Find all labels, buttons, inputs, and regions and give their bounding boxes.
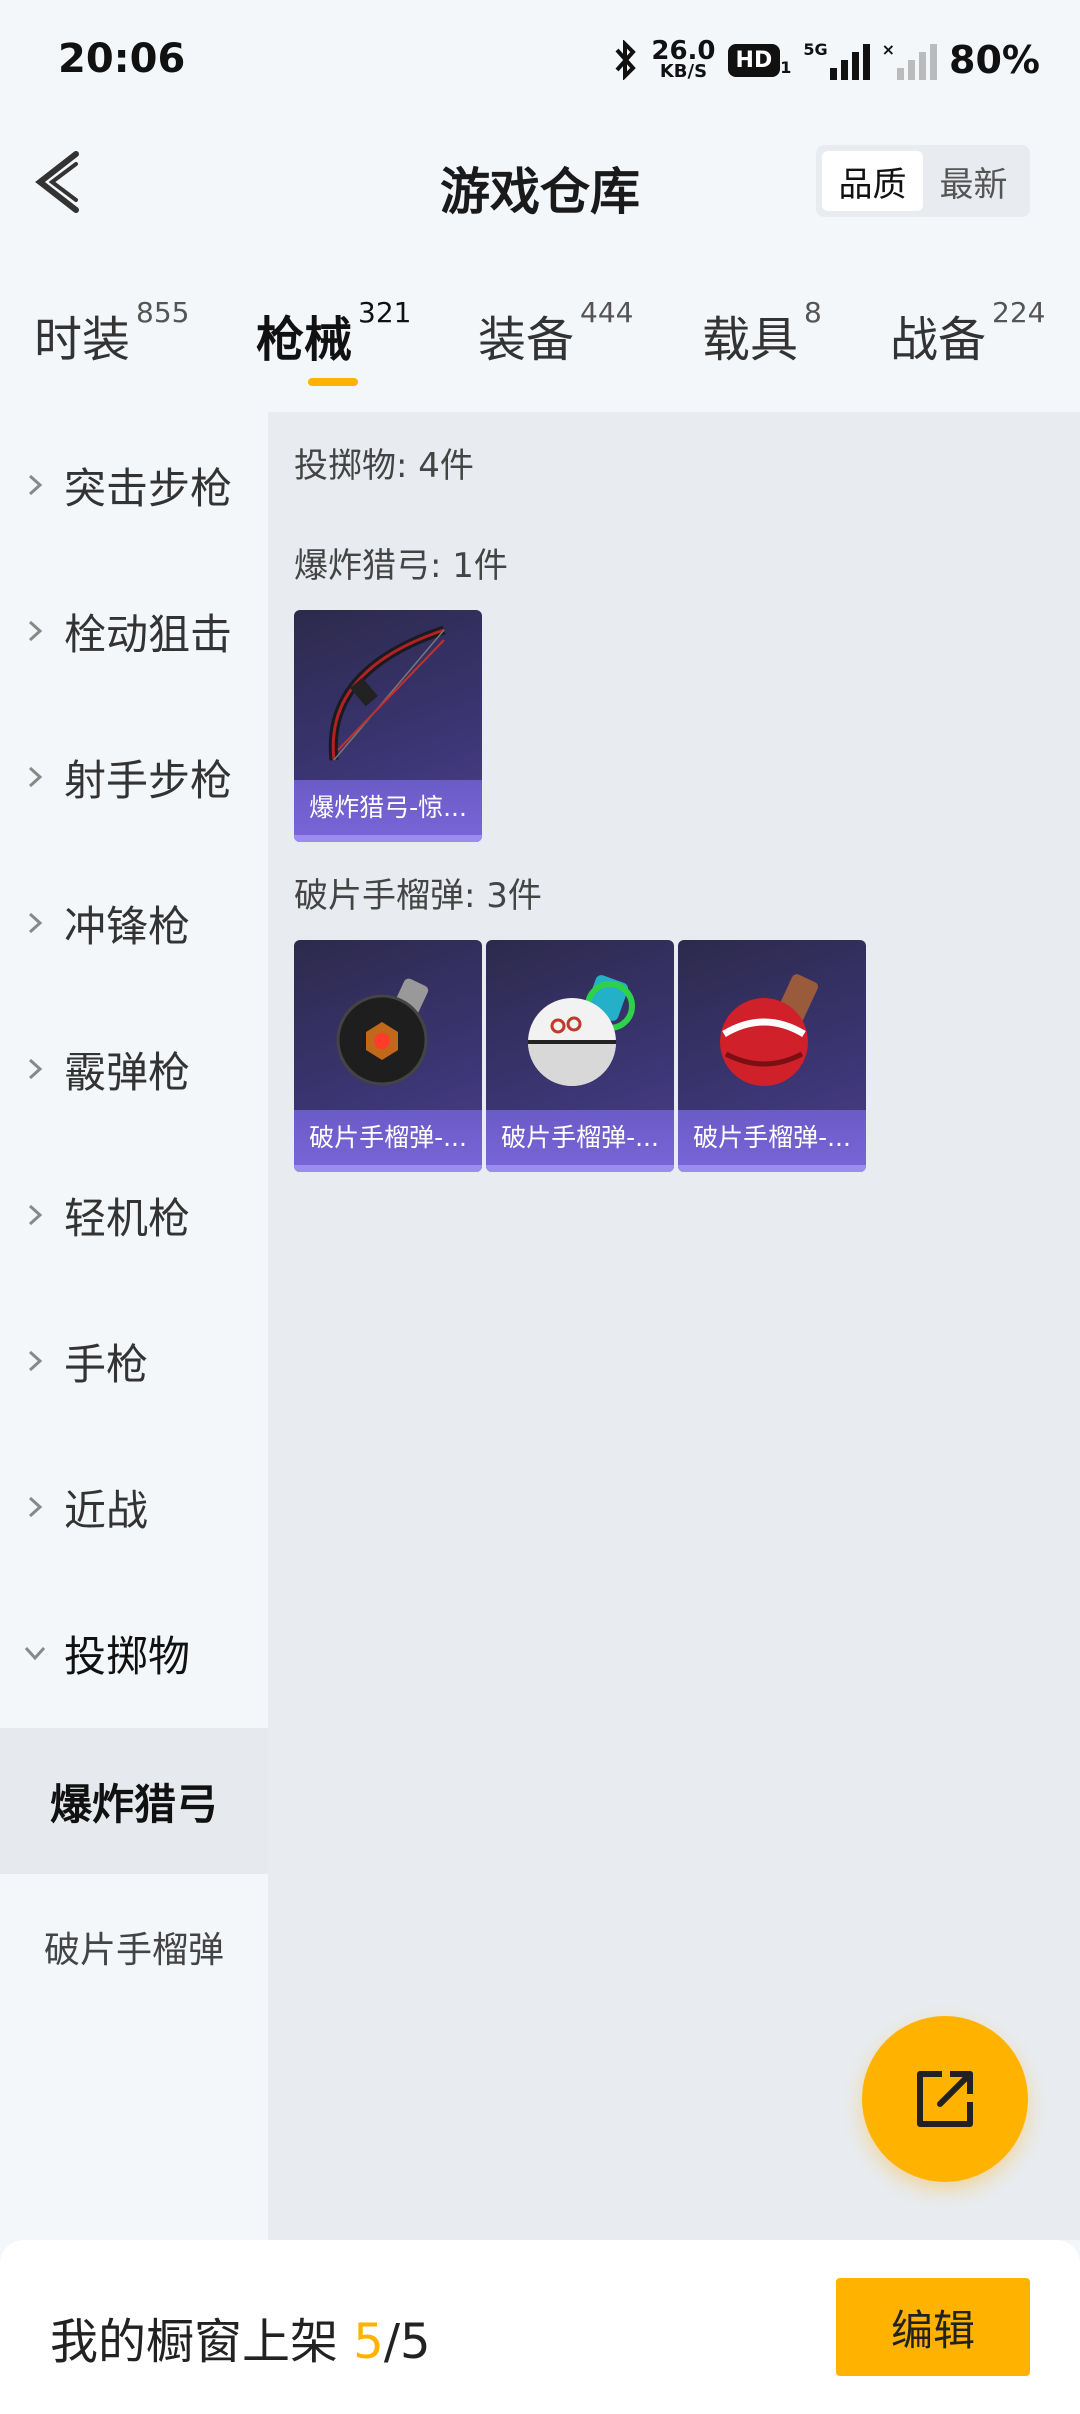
share-button[interactable]: [862, 2016, 1028, 2182]
sidebar-item-throwables[interactable]: 投掷物: [0, 1580, 268, 1726]
sidebar-item-lmg[interactable]: 轻机枪: [0, 1142, 268, 1288]
item-grid-panel: 投掷物: 4件 爆炸猎弓: 1件 爆炸猎弓-惊... 破片手榴弹: 3件 破片手…: [268, 412, 1080, 2240]
status-bar: 20:06 26.0 KB/S HD 1 5G × 80%: [58, 36, 1040, 82]
category-tabs: 时装 855 枪械 321 装备 444 载具 8 战备 224: [0, 296, 1080, 410]
chevron-right-icon: [28, 1350, 43, 1372]
sidebar-subitem-explosive-bow[interactable]: 爆炸猎弓: [0, 1728, 268, 1874]
item-card-bow[interactable]: 爆炸猎弓-惊...: [294, 610, 482, 842]
sort-toggle[interactable]: 品质 最新: [816, 145, 1030, 217]
item-name: 爆炸猎弓-惊...: [294, 780, 482, 842]
sidebar-subitem-frag-grenade[interactable]: 破片手榴弹: [0, 1874, 268, 2020]
sidebar-item-smg[interactable]: 冲锋枪: [0, 850, 268, 996]
tab-equipment[interactable]: 装备 444: [478, 296, 633, 370]
net-speed: 26.0 KB/S: [651, 36, 716, 82]
sidebar-item-shotgun[interactable]: 霰弹枪: [0, 996, 268, 1142]
showcase-count: 我的橱窗上架 5/5: [50, 2314, 431, 2370]
grenade-white-icon: [528, 975, 635, 1086]
group-title-grenade: 破片手榴弹: 3件: [294, 876, 542, 916]
battery-level: 80%: [949, 38, 1040, 82]
item-card-grenade-3[interactable]: 破片手榴弹-...: [678, 940, 866, 1172]
sort-option-newest[interactable]: 最新: [923, 151, 1024, 211]
chevron-right-icon: [28, 1496, 43, 1518]
chevron-right-icon: [28, 1204, 43, 1226]
active-tab-indicator: [308, 378, 358, 386]
item-card-grenade-2[interactable]: 破片手榴弹-...: [486, 940, 674, 1172]
bow-icon: [328, 625, 446, 761]
signal-5g-icon: 5G: [803, 40, 870, 80]
tab-fashion[interactable]: 时装 855: [34, 296, 189, 370]
edit-button[interactable]: 编辑: [836, 2278, 1030, 2376]
chevron-down-icon: [24, 1646, 46, 1661]
tab-supplies[interactable]: 战备 224: [890, 296, 1045, 370]
item-name: 破片手榴弹-...: [678, 1110, 866, 1172]
tab-vehicles[interactable]: 载具 8: [702, 296, 822, 370]
sort-option-quality[interactable]: 品质: [822, 151, 923, 211]
sidebar-item-bolt-sniper[interactable]: 栓动狙击: [0, 558, 268, 704]
item-card-grenade-1[interactable]: 破片手榴弹-...: [294, 940, 482, 1172]
bluetooth-icon: [615, 40, 637, 80]
sidebar-item-marksman-rifle[interactable]: 射手步枪: [0, 704, 268, 850]
chevron-right-icon: [28, 474, 43, 496]
chevron-right-icon: [28, 912, 43, 934]
section-total: 投掷物: 4件: [294, 446, 474, 486]
group-title-bow: 爆炸猎弓: 1件: [294, 546, 508, 586]
chevron-right-icon: [28, 766, 43, 788]
sidebar: 突击步枪 栓动狙击 射手步枪 冲锋枪 霰弹枪 轻机枪 手枪 近战 投掷物 爆炸猎…: [0, 412, 268, 2240]
item-name: 破片手榴弹-...: [294, 1110, 482, 1172]
item-name: 破片手榴弹-...: [486, 1110, 674, 1172]
grenade-red-icon: [720, 974, 819, 1086]
share-icon: [917, 2071, 973, 2127]
tab-firearms[interactable]: 枪械 321: [256, 296, 411, 370]
hd-badge: HD: [727, 43, 781, 77]
sidebar-item-assault-rifle[interactable]: 突击步枪: [0, 412, 268, 558]
chevron-right-icon: [28, 620, 43, 642]
chevron-right-icon: [28, 1058, 43, 1080]
status-time: 20:06: [58, 36, 186, 82]
grenade-black-icon: [336, 978, 429, 1086]
sidebar-item-melee[interactable]: 近战: [0, 1434, 268, 1580]
sidebar-item-pistol[interactable]: 手枪: [0, 1288, 268, 1434]
signal-sim2-icon: ×: [882, 40, 938, 80]
